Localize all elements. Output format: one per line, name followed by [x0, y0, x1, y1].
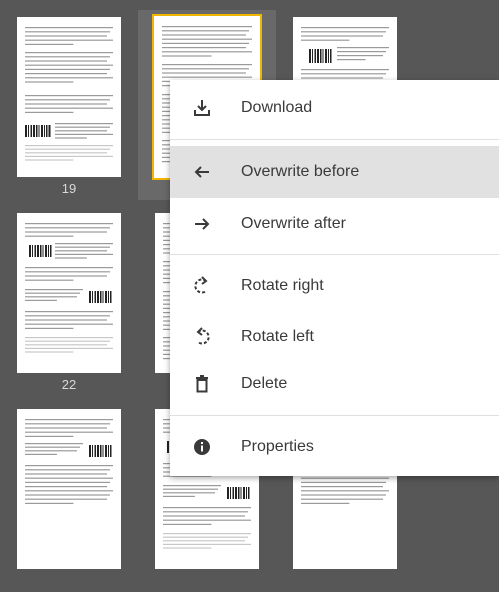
arrow-right-icon: [190, 212, 214, 236]
download-icon: [190, 96, 214, 120]
menu-item-label: Download: [241, 99, 313, 116]
menu-divider: [170, 415, 499, 416]
menu-item-label: Rotate left: [241, 328, 314, 345]
arrow-left-icon: [190, 160, 214, 184]
menu-item-delete[interactable]: Delete: [170, 358, 499, 410]
menu-item-label: Rotate right: [241, 277, 324, 294]
page-thumbnail[interactable]: 22: [0, 206, 138, 396]
page-number: 22: [61, 377, 77, 392]
menu-item-label: Delete: [241, 375, 288, 392]
menu-item-label: Properties: [241, 438, 314, 455]
menu-item-rotate-left[interactable]: Rotate left: [170, 311, 499, 363]
menu-divider: [170, 254, 499, 255]
menu-item-label: Overwrite after: [241, 215, 346, 232]
menu-item-properties[interactable]: Properties: [170, 421, 499, 473]
rotate-left-icon: [190, 325, 214, 349]
menu-item-overwrite-after[interactable]: Overwrite after: [170, 198, 499, 250]
menu-item-overwrite-before[interactable]: Overwrite before: [170, 146, 499, 198]
page-thumbnail[interactable]: [0, 402, 138, 592]
page-number: 19: [61, 181, 77, 196]
page-thumbnail[interactable]: 19: [0, 10, 138, 200]
context-menu: Download Overwrite before Overwrite afte…: [170, 80, 499, 476]
page-preview: [17, 409, 121, 569]
page-preview: [17, 213, 121, 373]
trash-icon: [190, 372, 214, 396]
info-icon: [190, 435, 214, 459]
menu-item-label: Overwrite before: [241, 163, 360, 180]
menu-item-download[interactable]: Download: [170, 82, 499, 134]
menu-divider: [170, 139, 499, 140]
page-preview: [17, 17, 121, 177]
menu-item-rotate-right[interactable]: Rotate right: [170, 260, 499, 312]
rotate-right-icon: [190, 274, 214, 298]
